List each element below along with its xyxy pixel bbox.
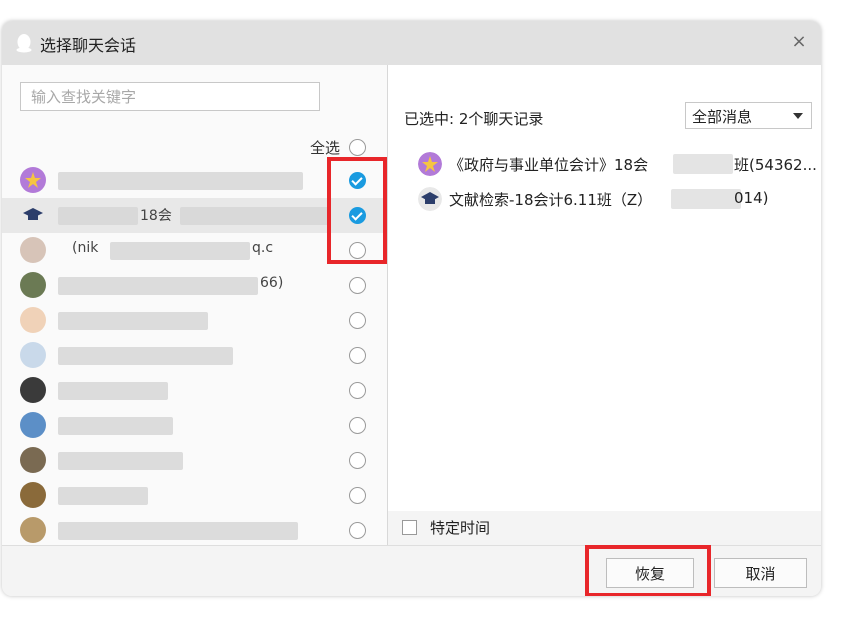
- contact-name-blurred: [58, 312, 208, 330]
- avatar-photo: [20, 517, 46, 543]
- time-filter-bar: 特定时间: [388, 511, 821, 545]
- avatar-photo: [20, 237, 46, 263]
- contact-name-fragment: 18会: [140, 208, 172, 224]
- contact-select-radio[interactable]: [349, 417, 366, 434]
- avatar-photo: [20, 377, 46, 403]
- contact-name-blurred: [58, 452, 183, 470]
- contact-list-pane: 全选 18会 (nik q.c: [2, 65, 387, 545]
- contact-select-radio[interactable]: [349, 347, 366, 364]
- selection-status: 已选中: 2个聊天记录: [404, 110, 544, 128]
- selected-chat-name: 《政府与事业单位会计》18会: [449, 156, 649, 174]
- avatar-star: [20, 167, 46, 193]
- chevron-down-icon: [793, 113, 803, 119]
- contact-select-radio[interactable]: [349, 382, 366, 399]
- contact-row[interactable]: [2, 513, 387, 545]
- contact-select-radio[interactable]: [349, 522, 366, 539]
- selected-chat-name-blurred: [671, 189, 741, 209]
- dialog-title: 选择聊天会话: [40, 36, 137, 55]
- select-chat-dialog: 选择聊天会话 × 全选 18会 (nik q.c: [2, 21, 821, 596]
- selected-chat-name-suffix: 班(54362...: [734, 156, 817, 174]
- close-button[interactable]: ×: [787, 30, 811, 54]
- contact-name-fragment: (nik: [72, 240, 99, 256]
- avatar-graduation-cap: [20, 202, 46, 228]
- contact-name-blurred: [180, 207, 330, 225]
- contact-name-blurred: [58, 487, 148, 505]
- contact-row[interactable]: [2, 373, 387, 408]
- avatar-photo: [20, 482, 46, 508]
- contact-row[interactable]: [2, 443, 387, 478]
- contact-name-blurred: [58, 277, 258, 295]
- contact-select-radio[interactable]: [349, 312, 366, 329]
- avatar-photo: [20, 447, 46, 473]
- selected-chat-name: 文献检索-18会计6.11班（Z）: [449, 191, 653, 209]
- contact-select-radio[interactable]: [349, 452, 366, 469]
- contact-name-fragment: 66): [260, 275, 284, 291]
- dialog-footer: 恢复 取消: [2, 545, 821, 596]
- avatar-photo: [20, 412, 46, 438]
- search-input[interactable]: [20, 82, 320, 111]
- avatar-photo: [20, 272, 46, 298]
- contact-row[interactable]: [2, 478, 387, 513]
- contact-name-blurred: [58, 382, 168, 400]
- specific-time-label: 特定时间: [430, 519, 491, 537]
- contact-select-radio[interactable]: [349, 487, 366, 504]
- selected-list-pane: 已选中: 2个聊天记录 全部消息 《政府与事业单位会计》18会 班(54362.…: [388, 65, 821, 511]
- select-all-label: 全选: [310, 139, 341, 157]
- contact-row[interactable]: [2, 338, 387, 373]
- message-filter-select[interactable]: 全部消息: [685, 102, 812, 129]
- contact-name-blurred: [58, 522, 298, 540]
- selected-chat-name-blurred: [673, 154, 733, 174]
- contact-name-fragment: q.c: [252, 240, 274, 256]
- cancel-button[interactable]: 取消: [714, 558, 807, 588]
- selected-chat-item: 文献检索-18会计6.11班（Z） 014): [418, 185, 818, 215]
- filter-value: 全部消息: [692, 108, 753, 126]
- select-all-radio[interactable]: [349, 139, 366, 156]
- close-icon: ×: [791, 31, 807, 52]
- contact-name-blurred: [58, 417, 173, 435]
- contact-name-blurred: [58, 207, 138, 225]
- contact-name-blurred: [110, 242, 250, 260]
- avatar-cartoon: [20, 342, 46, 368]
- contact-name-blurred: [58, 347, 233, 365]
- contact-row[interactable]: [2, 303, 387, 338]
- highlight-box-selected-radios: [327, 157, 387, 264]
- contact-name-blurred: [58, 172, 303, 190]
- contact-row[interactable]: 66): [2, 268, 387, 303]
- title-bar: 选择聊天会话 ×: [2, 21, 821, 65]
- highlight-box-restore: [585, 545, 711, 596]
- qq-penguin-icon: [16, 34, 32, 53]
- contact-select-radio[interactable]: [349, 277, 366, 294]
- selected-chat-name-suffix: 014): [734, 189, 769, 207]
- avatar-cartoon: [20, 307, 46, 333]
- contact-row[interactable]: [2, 408, 387, 443]
- specific-time-checkbox[interactable]: [402, 520, 417, 535]
- graduation-cap-icon: [418, 187, 442, 211]
- star-group-icon: [418, 152, 442, 176]
- selected-chat-item: 《政府与事业单位会计》18会 班(54362...: [418, 150, 818, 180]
